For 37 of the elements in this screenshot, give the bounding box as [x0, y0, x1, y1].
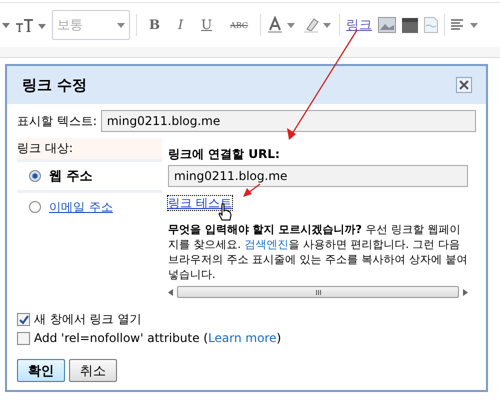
link-target-option[interactable]: 이메일 주소 [17, 190, 162, 221]
learn-more-link[interactable]: Learn more [208, 331, 277, 345]
scroll-left-icon[interactable] [168, 288, 173, 296]
text-color-icon[interactable] [267, 16, 298, 34]
close-button[interactable] [456, 77, 472, 93]
align-icon[interactable] [451, 18, 480, 32]
link-target-label: 링크 대상: [17, 138, 162, 159]
checkbox-label: 새 창에서 링크 열기 [34, 311, 142, 328]
annotation-arrow [242, 183, 262, 198]
format-button[interactable]: B [143, 18, 166, 32]
checkbox[interactable] [17, 332, 30, 344]
image-icon[interactable] [378, 17, 396, 33]
checkbox[interactable] [17, 313, 30, 326]
dialog-button[interactable]: 취소 [69, 359, 117, 382]
link-target-option[interactable]: 웹 주소 [17, 159, 162, 190]
caret-icon[interactable] [117, 22, 125, 28]
link-button[interactable]: 링크 [346, 16, 372, 34]
highlighter-icon[interactable] [303, 16, 334, 34]
font-size-icon[interactable] [16, 18, 46, 32]
format-button[interactable]: U [195, 18, 218, 32]
caret-icon[interactable] [2, 22, 10, 28]
horizontal-scrollbar[interactable] [168, 285, 468, 299]
search-engine-link[interactable]: 검색엔진 [244, 238, 288, 251]
display-text-field[interactable]: ming0211.blog.me [100, 110, 476, 132]
checkbox-label: Add 'rel=nofollow' attribute (Learn more) [34, 331, 282, 345]
dialog-title: 링크 수정 [22, 76, 88, 94]
dialog-button[interactable]: 확인 [17, 359, 65, 382]
display-text-label: 표시할 텍스트: [17, 112, 97, 130]
help-paragraph: 무엇을 입력해야 할지 모르시겠습니까? 우선 링크할 웹페이지를 찾으세요. 검색엔진을 사용하면 편리합니다. 그런 다음 브라우저의 주소 표시줄에 있는 주소를 복사하여 상자에 붙여넣습니다. [168, 222, 468, 282]
url-label: 링크에 연결할 URL: [168, 146, 281, 163]
format-button[interactable]: I [172, 18, 190, 32]
url-field[interactable]: ming0211.blog.me [168, 165, 468, 187]
scroll-right-icon[interactable] [463, 288, 468, 296]
format-button[interactable]: ABC [224, 20, 254, 30]
radio-icon[interactable] [29, 170, 41, 182]
clapperboard-icon[interactable] [402, 17, 418, 33]
radio-icon[interactable] [29, 201, 41, 213]
